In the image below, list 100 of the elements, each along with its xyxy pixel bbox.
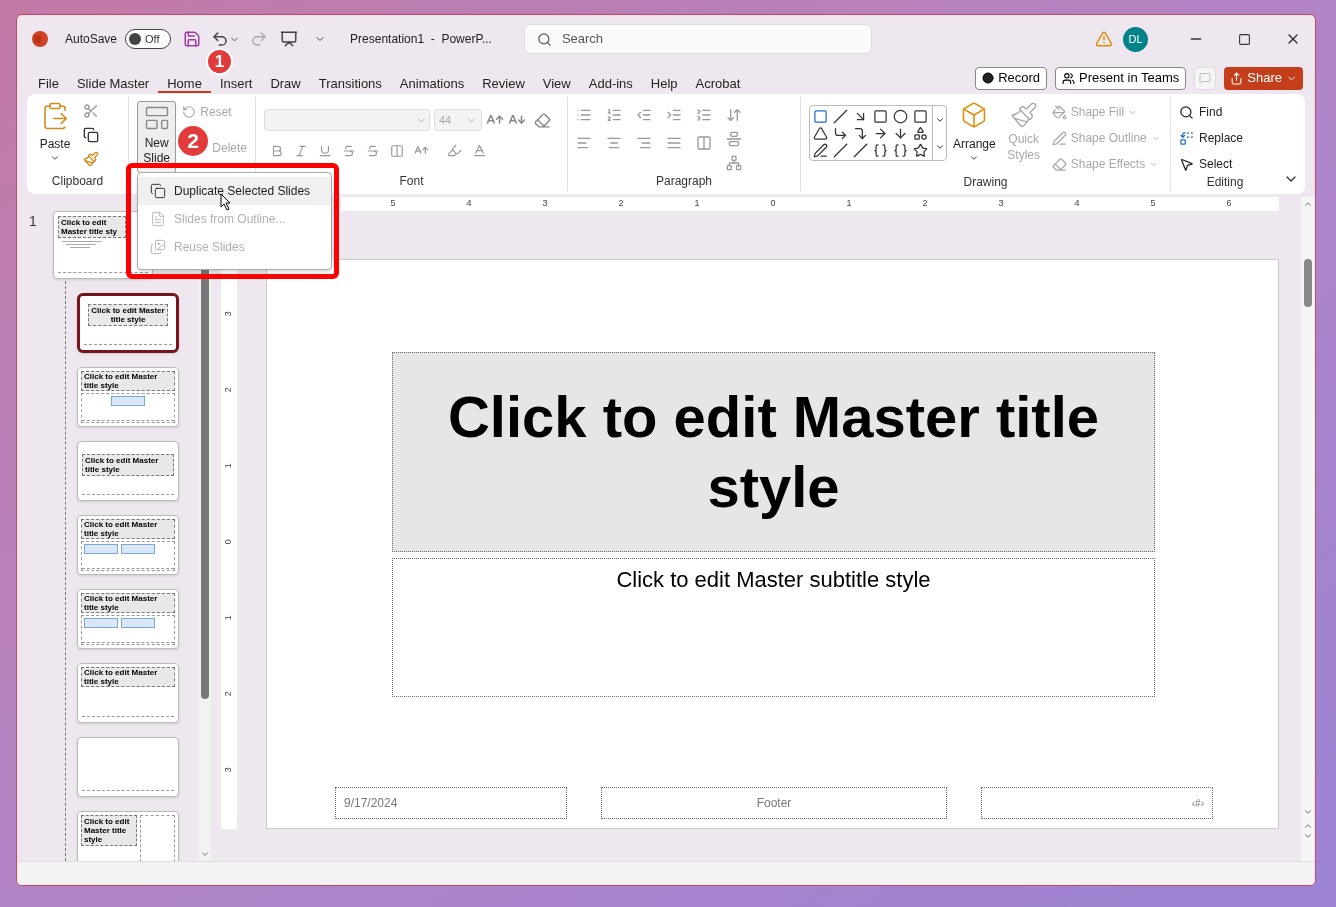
ribbon-tab[interactable]: Insert [210, 76, 262, 93]
title-placeholder: Click to edit Master title sty [58, 216, 126, 238]
window-title: Presentation1 - PowerP... [350, 31, 492, 48]
ribbon-tab[interactable]: View [533, 76, 580, 93]
ribbon-tab[interactable]: Transitions [309, 76, 391, 93]
ribbon-tab[interactable]: Acrobat [686, 76, 750, 93]
connector-icon [833, 126, 848, 141]
scroll-down-icon [1303, 807, 1313, 817]
ribbon-tab[interactable]: Help [641, 76, 687, 93]
slide-thumbnail[interactable]: Click to edit Master title style [77, 663, 179, 723]
ribbon-tab[interactable]: Review [473, 76, 534, 93]
body-lines-drawing [62, 241, 102, 248]
fill-icon [1051, 104, 1067, 120]
slide-scrollbar[interactable] [1301, 197, 1315, 861]
record-button[interactable]: Record [975, 66, 1048, 90]
align-right-icon [636, 135, 652, 151]
search-icon [536, 31, 552, 47]
freeform-icon [913, 126, 928, 141]
date-placeholder[interactable]: 9/17/2024 [335, 787, 567, 819]
smartart-icon [726, 155, 742, 171]
select-button[interactable]: Select [1179, 155, 1244, 173]
menu-item[interactable]: Duplicate Selected Slides [138, 177, 331, 205]
text-direction-icon [726, 107, 742, 123]
ruler-number: 1 [222, 463, 235, 469]
numbering-icon [606, 107, 622, 123]
find-button[interactable]: Find [1179, 103, 1244, 121]
find-icon [1179, 104, 1194, 120]
ruler-number: 2 [618, 197, 624, 211]
slide-number: 1 [28, 212, 38, 231]
columns-icon [696, 135, 712, 151]
maximize-icon[interactable] [1238, 32, 1251, 46]
slide-thumbnail[interactable]: Click to edit Master title style [77, 367, 179, 427]
ribbon-tab[interactable]: Draw [261, 76, 310, 93]
ribbon-tab[interactable]: Animations [390, 76, 474, 93]
bullets-icon [576, 107, 592, 123]
text-box-icon [813, 109, 828, 124]
justify-icon [666, 135, 682, 151]
replace-button[interactable]: Replace [1179, 129, 1244, 147]
slide-thumbnail[interactable]: Click to edit Master title style [77, 441, 179, 501]
select-icon [1179, 156, 1194, 172]
title-placeholder: Click to edit Master title style [81, 519, 175, 539]
comment-icon [1199, 72, 1212, 84]
align-center-icon [606, 135, 622, 151]
footer-placeholder[interactable]: Footer [601, 787, 947, 819]
ruler-number: 1 [694, 197, 700, 211]
star-icon [913, 143, 928, 158]
slide-thumbnail[interactable]: Click to edit Master title style [77, 515, 179, 575]
increase-indent-icon [666, 107, 682, 123]
search-input[interactable]: Search [561, 29, 842, 49]
slide-thumbnail[interactable]: Click to edit Master title style [77, 293, 179, 353]
redo-icon[interactable] [250, 30, 269, 48]
group-label: Editing [1206, 174, 1244, 191]
undo-icon[interactable] [211, 30, 230, 48]
slide-thumbnail[interactable]: Click to edit Master title style [77, 811, 179, 861]
share-button[interactable]: Share [1224, 66, 1303, 90]
paste-button[interactable]: Paste [35, 101, 75, 171]
align-text-icon [726, 131, 742, 147]
group-label: Font [399, 173, 424, 190]
cut-icon[interactable] [83, 103, 99, 119]
user-avatar[interactable]: DL [1123, 26, 1148, 52]
format-painter-icon[interactable] [83, 151, 99, 167]
shapes-gallery[interactable] [809, 105, 947, 161]
triangle-icon [813, 126, 828, 141]
ruler-number: 5 [1150, 197, 1156, 211]
ruler-number: 3 [998, 197, 1004, 211]
rounded-rectangle-icon [913, 109, 928, 124]
scroll-up-icon [1303, 199, 1313, 209]
title-placeholder[interactable]: Click to edit Master title style [392, 352, 1155, 552]
scroll-thumb[interactable] [1304, 259, 1312, 307]
block-arrow-icon [873, 126, 888, 141]
ruler-number: 1 [846, 197, 852, 211]
clear-formatting-icon[interactable] [534, 111, 551, 129]
ruler-number: 2 [222, 691, 235, 697]
title-placeholder: Click to edit Master title style [81, 371, 175, 391]
right-brace-icon [893, 143, 908, 158]
subtitle-placeholder[interactable]: Click to edit Master subtitle style [392, 558, 1155, 697]
ribbon-tab[interactable]: Slide Master [67, 76, 159, 93]
left-brace-icon [873, 143, 888, 158]
ruler-number: 1 [222, 615, 235, 621]
arrange-button[interactable]: Arrange [953, 101, 996, 173]
autosave-toggle[interactable]: Off [125, 29, 172, 49]
save-icon[interactable] [183, 30, 202, 48]
ruler-number: 6 [1226, 197, 1232, 211]
slide-thumbnail[interactable]: Click to edit Master title style [77, 589, 179, 649]
align-left-icon [576, 135, 592, 151]
slide-thumbnail[interactable] [77, 737, 179, 797]
page-number-placeholder[interactable]: ‹#› [981, 787, 1213, 819]
ribbon-tab[interactable]: File [29, 76, 68, 93]
group-label: Drawing [963, 174, 1008, 191]
present-in-teams-button[interactable]: Present in Teams [1055, 66, 1187, 90]
warning-icon[interactable] [1095, 30, 1113, 48]
copy-icon[interactable] [83, 127, 99, 143]
reset-icon [182, 105, 197, 119]
gallery-scroll-buttons[interactable] [932, 106, 946, 160]
slideshow-icon[interactable] [280, 30, 299, 48]
ruler-number: 0 [222, 539, 235, 545]
scribble-icon [813, 143, 828, 158]
search-field[interactable]: Search [523, 24, 872, 54]
ribbon-tab[interactable]: Add-ins [579, 76, 642, 93]
ruler-number: 4 [466, 197, 472, 211]
